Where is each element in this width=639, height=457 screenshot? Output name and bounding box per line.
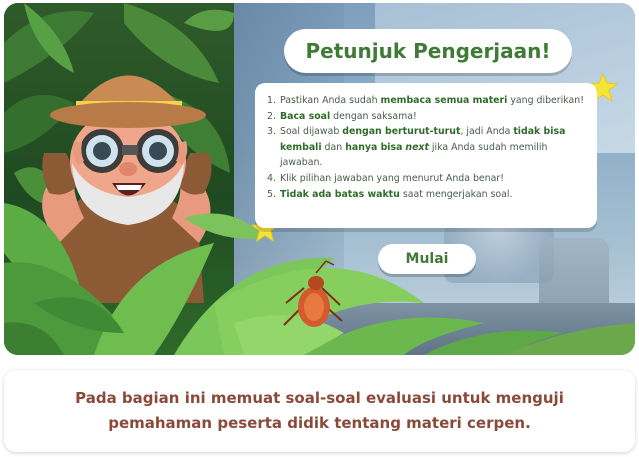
instruction-item: 5. Tidak ada batas waktu saat mengerjakan…	[267, 187, 585, 203]
instruction-number: 3.	[267, 126, 276, 138]
title-pill: Petunjuk Pengerjaan!	[284, 29, 572, 73]
instruction-text-part: , jadi Anda	[460, 126, 514, 138]
instruction-text-part: Soal dijawab	[280, 126, 343, 138]
instruction-item: 4. Klik pilihan jawaban yang menurut Anda…	[267, 171, 585, 187]
page-title: Petunjuk Pengerjaan!	[305, 39, 551, 63]
instructions-list: 1. Pastikan Anda sudah membaca semua mate…	[267, 93, 585, 202]
instruction-text-part: Tidak ada batas waktu	[280, 188, 400, 200]
instruction-number: 4.	[267, 172, 276, 184]
instruction-text-part: next	[405, 141, 429, 153]
instruction-item: 3. Soal dijawab dengan berturut-turut, ja…	[267, 124, 585, 171]
start-button[interactable]: Mulai	[378, 244, 476, 274]
instruction-item: 1. Pastikan Anda sudah membaca semua mate…	[267, 93, 585, 109]
instruction-text: Pastikan Anda sudah membaca semua materi…	[280, 93, 584, 109]
instruction-number: 5.	[267, 188, 276, 200]
instruction-text-part: dengan saksama!	[330, 110, 417, 122]
instruction-number: 1.	[267, 95, 276, 106]
instruction-text: Baca soal dengan saksama!	[280, 109, 417, 125]
instruction-text-part: membaca semua materi	[380, 95, 508, 106]
game-stage: Petunjuk Pengerjaan! 1. Pastikan Anda sud…	[4, 3, 635, 355]
instruction-text-part: yang diberikan!	[507, 95, 584, 106]
caption-text: Pada bagian ini memuat soal-soal evaluas…	[75, 389, 564, 432]
instruction-text-part: saat mengerjakan soal.	[399, 188, 513, 200]
instruction-text-part: dengan berturut-turut	[342, 126, 461, 138]
instruction-text-part: dan	[321, 141, 346, 153]
instruction-text-part: Baca soal	[280, 110, 331, 122]
instructions-card: 1. Pastikan Anda sudah membaca semua mate…	[255, 83, 597, 228]
instruction-text-part: hanya bisa	[345, 141, 403, 153]
instruction-text-part: Klik pilihan jawaban yang menurut Anda b…	[280, 172, 504, 184]
instruction-text: Tidak ada batas waktu saat mengerjakan s…	[280, 187, 513, 203]
instruction-text-part: Pastikan Anda sudah	[280, 95, 381, 106]
instruction-text: Klik pilihan jawaban yang menurut Anda b…	[280, 171, 504, 187]
instruction-number: 2.	[267, 110, 276, 122]
instruction-text: Soal dijawab dengan berturut-turut, jadi…	[280, 124, 585, 171]
instruction-item: 2. Baca soal dengan saksama!	[267, 109, 585, 125]
caption-box: Pada bagian ini memuat soal-soal evaluas…	[4, 370, 635, 452]
